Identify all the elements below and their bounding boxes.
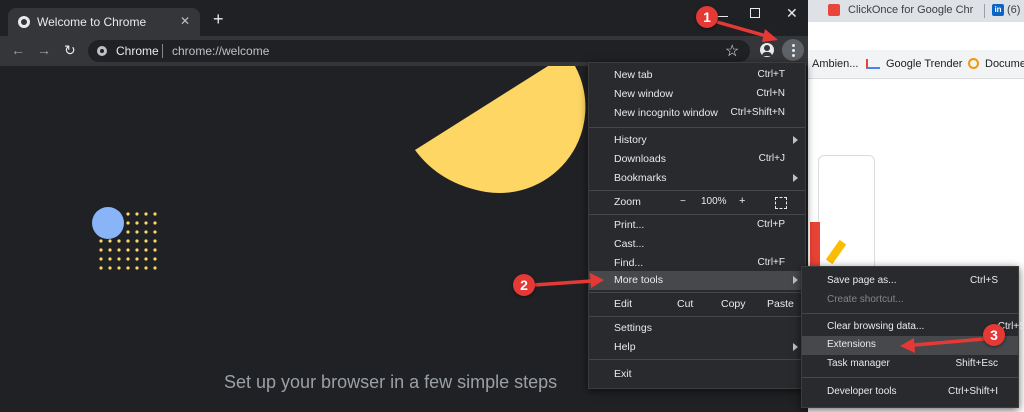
- arrow-head-icon: [900, 338, 915, 353]
- arrow-head-icon: [590, 273, 604, 288]
- annotation-arrow-1: [716, 20, 771, 39]
- annotation-badge-2: 2: [513, 274, 535, 296]
- annotation-arrows: [533, 20, 985, 353]
- annotation-badge-3: 3: [983, 324, 1005, 346]
- arrow-head-icon: [762, 29, 778, 42]
- annotation-arrow-2: [533, 279, 593, 287]
- annotation-badge-1: 1: [696, 6, 718, 28]
- annotation-arrow-3: [913, 337, 985, 347]
